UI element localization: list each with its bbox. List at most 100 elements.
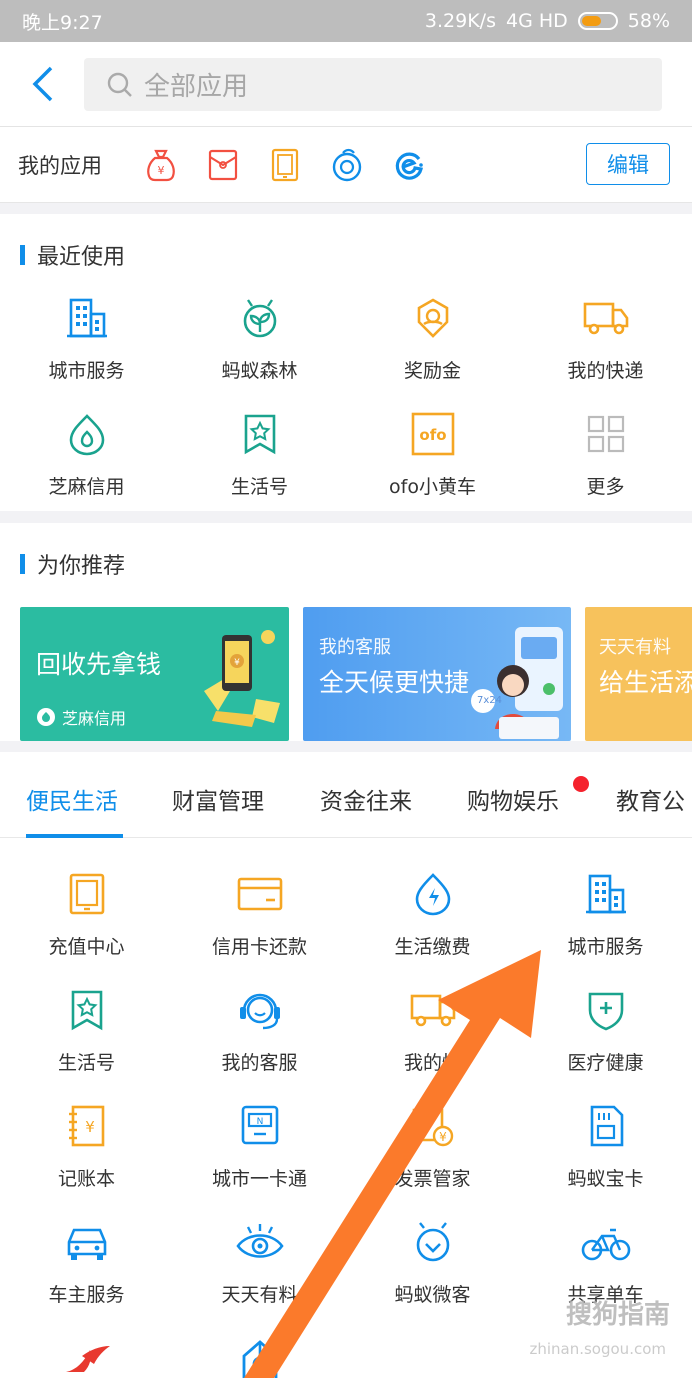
service-recharge[interactable]: 充值中心 xyxy=(0,858,173,974)
eye-icon xyxy=(234,1216,286,1268)
service-transit-card[interactable]: N 城市一卡通 xyxy=(173,1090,346,1206)
banner-title: 给生活添 xyxy=(599,668,692,697)
tab-funds[interactable]: 资金往来 xyxy=(320,782,412,816)
tab-education[interactable]: 教育公 xyxy=(616,782,685,816)
service-ledger[interactable]: ¥ 记账本 xyxy=(0,1090,173,1206)
edit-button[interactable]: 编辑 xyxy=(586,143,670,185)
ant-heart-icon xyxy=(407,1216,459,1268)
service-medical[interactable]: 医疗健康 xyxy=(519,974,692,1090)
support-agent-illustration xyxy=(471,627,563,739)
recent-item-sesame-credit[interactable]: 芝麻信用 xyxy=(0,398,173,514)
banner-recycle[interactable]: 回收先拿钱 芝麻信用 ¥ xyxy=(20,607,289,741)
tower-icon xyxy=(234,1332,286,1384)
tab-wealth[interactable]: 财富管理 xyxy=(172,782,264,816)
service-credit-card[interactable]: 信用卡还款 xyxy=(173,858,346,974)
reward-icon xyxy=(407,292,459,344)
service-label: 城市一卡通 xyxy=(211,1168,307,1190)
battery-fill xyxy=(581,16,601,26)
service-label: 天天有料 xyxy=(221,1284,298,1306)
service-label: 医疗健康 xyxy=(567,1052,644,1074)
recent-item-label: ofo小黄车 xyxy=(389,476,476,498)
service-label: 生活号 xyxy=(57,1052,115,1074)
service-customer-service[interactable]: 我的客服 xyxy=(173,974,346,1090)
recent-grid: 城市服务 蚂蚁森林 奖励金 我的快递 芝麻信用 生活号 ofo ofo小黄车 更 xyxy=(0,282,692,514)
service-label: 信用卡还款 xyxy=(211,936,307,958)
building-icon xyxy=(61,292,113,344)
service-label: 蚂蚁微客 xyxy=(394,1284,471,1306)
service-life-account[interactable]: 生活号 xyxy=(0,974,173,1090)
recent-item-reward[interactable]: 奖励金 xyxy=(346,282,519,398)
back-arrow-icon xyxy=(32,66,53,102)
status-bar: 晚上9:27 3.29K/s 4G HD 58% xyxy=(0,0,692,42)
status-time: 晚上9:27 xyxy=(22,11,103,34)
phone-recharge-icon[interactable] xyxy=(254,142,316,188)
banner-customer-service[interactable]: 我的客服 全天候更快捷 7x24 xyxy=(303,607,571,741)
ledger-icon: ¥ xyxy=(61,1100,113,1152)
service-utility[interactable]: 生活缴费 xyxy=(346,858,519,974)
invoice-icon: ¥ xyxy=(407,1100,459,1152)
recent-item-label: 奖励金 xyxy=(403,360,461,382)
service-city[interactable]: 城市服务 xyxy=(519,858,692,974)
service-label: 我的客服 xyxy=(221,1052,298,1074)
red-envelope-icon[interactable] xyxy=(192,142,254,188)
recent-section: 最近使用 城市服务 蚂蚁森林 奖励金 我的快递 芝麻信用 生活号 ofo ofo… xyxy=(0,214,692,511)
banner-title: 全天候更快捷 xyxy=(319,668,470,697)
recent-item-ofo[interactable]: ofo ofo小黄车 xyxy=(346,398,519,514)
recent-item-more[interactable]: 更多 xyxy=(519,398,692,514)
service-ant-card[interactable]: 蚂蚁宝卡 xyxy=(519,1090,692,1206)
status-network: 4G HD xyxy=(505,10,568,32)
service-ant-micro[interactable]: 蚂蚁微客 xyxy=(346,1206,519,1322)
svg-text:¥: ¥ xyxy=(85,1118,95,1136)
recycle-phone-illustration: ¥ xyxy=(204,630,280,727)
tab-shopping[interactable]: 购物娱乐 xyxy=(467,782,559,816)
search-placeholder: 全部应用 xyxy=(144,72,249,102)
service-label: 城市服务 xyxy=(567,936,644,958)
service-tower[interactable] xyxy=(173,1322,346,1384)
phone-recharge-icon xyxy=(61,868,113,920)
service-label: 发票管家 xyxy=(394,1168,471,1190)
ant-circle-icon[interactable] xyxy=(316,142,378,188)
recent-item-ant-forest[interactable]: 蚂蚁森林 xyxy=(173,282,346,398)
money-bag-icon[interactable]: ¥ xyxy=(130,142,192,188)
service-label: 充值中心 xyxy=(48,936,125,958)
truck-icon xyxy=(580,292,632,344)
banner-daily-news[interactable]: 天天有料 给生活添 xyxy=(585,607,692,741)
status-speed: 3.29K/s xyxy=(424,10,496,32)
recommend-title-row: 为你推荐 xyxy=(20,548,125,580)
truck-icon xyxy=(407,984,459,1036)
service-car-owner[interactable]: 车主服务 xyxy=(0,1206,173,1322)
recent-item-city-service[interactable]: 城市服务 xyxy=(0,282,173,398)
banner-title: 回收先拿钱 xyxy=(36,650,162,679)
tab-convenience[interactable]: 便民生活 xyxy=(26,782,118,816)
service-daily-news[interactable]: 天天有料 xyxy=(173,1206,346,1322)
recent-item-label: 更多 xyxy=(586,476,625,498)
recent-item-express[interactable]: 我的快递 xyxy=(519,282,692,398)
svg-text:ofo: ofo xyxy=(419,426,446,444)
bookmark-star-icon xyxy=(61,984,113,1036)
recent-item-label: 芝麻信用 xyxy=(48,476,125,498)
search-icon xyxy=(107,72,132,97)
airline-icon xyxy=(61,1332,113,1384)
banner-subtitle: 芝麻信用 xyxy=(62,709,127,728)
bicycle-icon xyxy=(580,1216,632,1268)
notification-dot xyxy=(573,776,589,792)
category-tabs: 便民生活 财富管理 资金往来 购物娱乐 教育公 xyxy=(0,752,692,838)
utility-bolt-icon xyxy=(407,868,459,920)
back-button[interactable] xyxy=(20,62,64,106)
service-express[interactable]: 我的快 xyxy=(346,974,519,1090)
svg-text:¥: ¥ xyxy=(439,1130,447,1144)
my-apps-bar: 我的应用 ¥ 编辑 xyxy=(0,127,692,203)
search-header: 全部应用 xyxy=(0,42,692,127)
banner-kicker: 天天有料 xyxy=(599,637,671,658)
recent-item-life-account[interactable]: 生活号 xyxy=(173,398,346,514)
sesame-logo-icon xyxy=(37,708,55,726)
status-battery: 58% xyxy=(627,10,670,32)
service-invoice[interactable]: ¥ 发票管家 xyxy=(346,1090,519,1206)
eleme-icon[interactable] xyxy=(378,142,440,188)
search-input[interactable]: 全部应用 xyxy=(84,58,662,111)
service-airline[interactable] xyxy=(0,1322,173,1384)
service-label: 我的快 xyxy=(403,1052,461,1074)
ofo-icon: ofo xyxy=(407,408,459,460)
more-grid-icon xyxy=(580,408,632,460)
banner-kicker: 我的客服 xyxy=(319,637,391,658)
